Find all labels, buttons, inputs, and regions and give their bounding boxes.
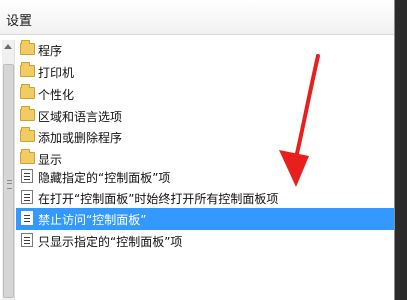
annotation-arrow-icon — [279, 54, 320, 187]
